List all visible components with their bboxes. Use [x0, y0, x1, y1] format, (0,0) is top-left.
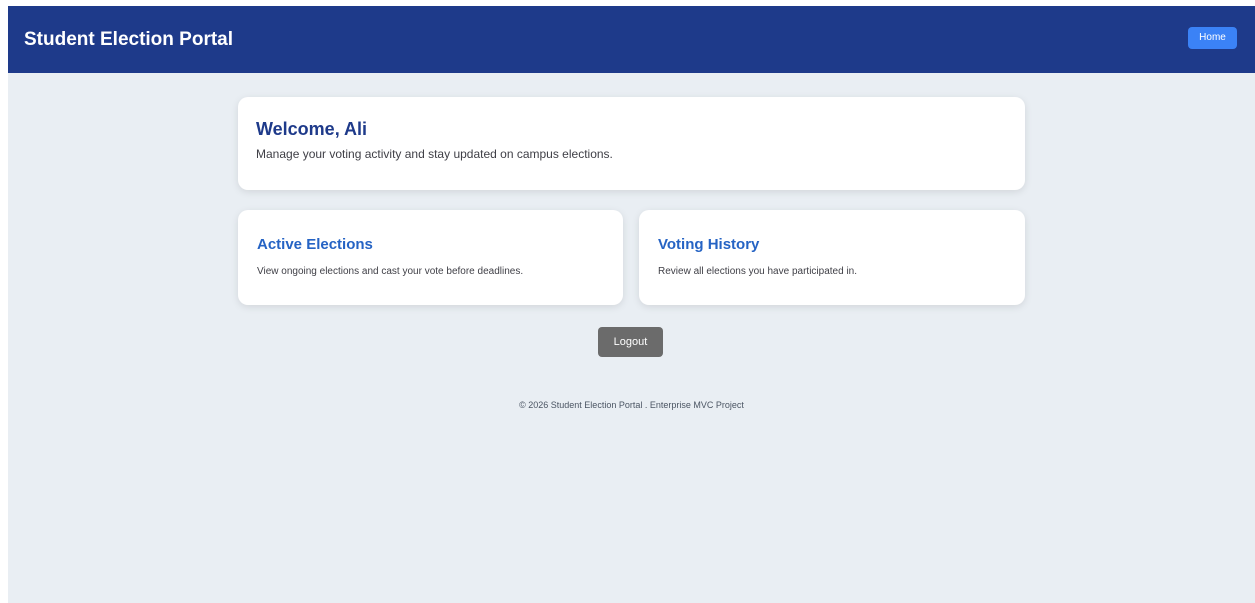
welcome-card: Welcome, Ali Manage your voting activity… [238, 97, 1025, 190]
active-elections-title[interactable]: Active Elections [257, 236, 373, 254]
voting-history-title[interactable]: Voting History [658, 236, 759, 254]
voting-history-description: Review all elections you have participat… [658, 266, 857, 277]
active-elections-description: View ongoing elections and cast your vot… [257, 266, 524, 277]
page-frame: Student Election Portal Home Welcome, Al… [8, 6, 1255, 603]
footer-copyright: © 2026 Student Election Portal . Enterpr… [519, 400, 744, 410]
welcome-subtitle: Manage your voting activity and stay upd… [256, 147, 613, 161]
voting-history-card[interactable]: Voting History Review all elections you … [639, 210, 1025, 305]
logout-button[interactable]: Logout [598, 327, 663, 357]
top-navbar: Student Election Portal Home [8, 6, 1255, 73]
active-elections-card[interactable]: Active Elections View ongoing elections … [238, 210, 623, 305]
welcome-title: Welcome, Ali [256, 119, 368, 139]
home-button[interactable]: Home [1188, 27, 1237, 49]
brand-title: Student Election Portal [24, 29, 234, 50]
